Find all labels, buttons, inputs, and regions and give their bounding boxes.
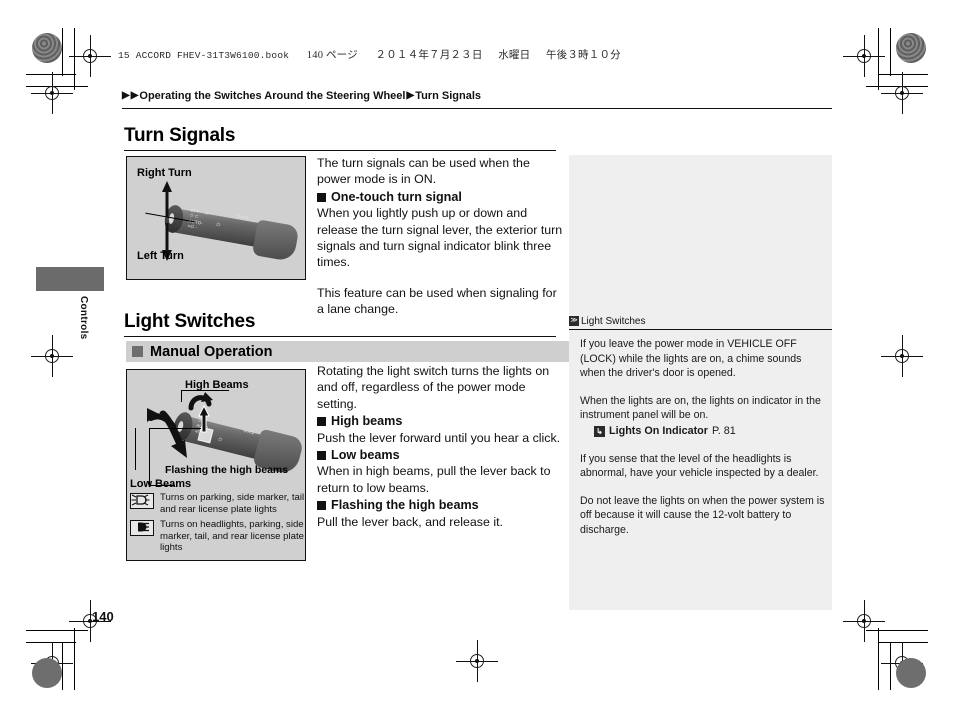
registration-mark bbox=[843, 35, 885, 77]
notes-panel-title: Light Switches bbox=[581, 315, 646, 327]
subsection-heading: High beams bbox=[317, 413, 567, 429]
subsection-heading: One-touch turn signal bbox=[317, 189, 567, 205]
figure-label-flashing: Flashing the high beams bbox=[165, 464, 289, 476]
parking-lights-icon bbox=[130, 493, 154, 509]
breadcrumb-parent[interactable]: Operating the Switches Around the Steeri… bbox=[139, 90, 405, 102]
subsection-heading-label: One-touch turn signal bbox=[331, 189, 462, 204]
notes-divider bbox=[569, 329, 832, 331]
right-turn-arrow-icon bbox=[162, 181, 172, 217]
bullet-square-icon bbox=[317, 416, 326, 426]
page-number: 140 bbox=[92, 609, 114, 624]
note-paragraph: When the lights are on, the lights on in… bbox=[580, 394, 821, 422]
subsection-heading-label: Flashing the high beams bbox=[331, 498, 479, 513]
light-switch-legend: Turns on parking, side marker, tail, and… bbox=[130, 492, 308, 558]
note-paragraph: If you sense that the level of the headl… bbox=[580, 452, 819, 480]
title-rule bbox=[124, 150, 556, 152]
turn-signal-figure: OFF- ▭ ⊃ ⊂ AUTO- ≡O - ☼ ⇦⇨ Right Turn Le… bbox=[126, 156, 306, 280]
job-page-marker: 140 ページ bbox=[306, 50, 358, 61]
registration-mark bbox=[843, 600, 885, 642]
subsection-heading: Flashing the high beams bbox=[317, 497, 567, 513]
bullet-square-icon bbox=[132, 346, 143, 357]
chapter-tab-label: Controls bbox=[78, 296, 89, 340]
body-paragraph: The turn signals can be used when the po… bbox=[317, 156, 530, 187]
legend-row: Turns on parking, side marker, tail, and… bbox=[130, 492, 308, 515]
leader-line bbox=[149, 428, 201, 430]
light-switches-body: Rotating the light switch turns the ligh… bbox=[317, 363, 567, 530]
density-dot bbox=[896, 658, 926, 688]
figure-label-high-beams: High Beams bbox=[185, 379, 249, 391]
registration-mark bbox=[881, 72, 923, 114]
figure-label-low-beams: Low Beams bbox=[130, 478, 192, 490]
job-book-name: 15 ACCORD FHEV-31T3W6100.book bbox=[118, 50, 290, 61]
header-rule bbox=[122, 108, 832, 110]
reference-arrow-icon: ↳ bbox=[594, 425, 605, 437]
job-date: ２０１４年７月２３日 bbox=[375, 50, 483, 61]
bullet-square-icon bbox=[317, 450, 326, 460]
headlights-icon bbox=[130, 520, 154, 537]
registration-mark bbox=[31, 335, 73, 377]
legend-row: Turns on headlights, parking, side marke… bbox=[130, 519, 308, 554]
note-paragraph: If you leave the power mode in VEHICLE O… bbox=[580, 338, 802, 380]
lever-grip bbox=[251, 219, 300, 263]
breadcrumb-current: Turn Signals bbox=[415, 90, 481, 102]
note-paragraph: Do not leave the lights on when the powe… bbox=[580, 494, 825, 536]
registration-mark bbox=[881, 335, 923, 377]
reference-page: P. 81 bbox=[711, 424, 736, 437]
manual-page: 15 ACCORD FHEV-31T3W6100.book 140 ページ ２０… bbox=[0, 0, 954, 718]
notes-panel-header: ≫ Light Switches bbox=[569, 313, 832, 329]
notes-panel-body: If you leave the power mode in VEHICLE O… bbox=[580, 331, 828, 538]
figure-label-right-turn: Right Turn bbox=[137, 167, 192, 179]
registration-mark bbox=[69, 35, 111, 77]
print-job-header: 15 ACCORD FHEV-31T3W6100.book 140 ページ ２０… bbox=[118, 47, 621, 62]
leader-line bbox=[135, 428, 137, 470]
subsection-heading-label: High beams bbox=[331, 414, 403, 429]
page-title: Turn Signals bbox=[124, 125, 236, 146]
breadcrumb: ▶ ▶ Operating the Switches Around the St… bbox=[122, 90, 832, 102]
section-title-light-switches: Light Switches bbox=[124, 311, 256, 332]
bullet-square-icon bbox=[317, 192, 326, 202]
cross-reference[interactable]: ↳ Lights On Indicator P. 81 bbox=[594, 424, 828, 439]
fog-lamp-symbol-icon: ☼ bbox=[214, 220, 222, 229]
job-weekday: 水曜日 bbox=[498, 50, 531, 61]
reference-label: Lights On Indicator bbox=[609, 424, 708, 437]
subsection-bar-label: Manual Operation bbox=[150, 343, 273, 360]
registration-mark bbox=[456, 640, 498, 682]
breadcrumb-arrow-icon: ▶ bbox=[130, 90, 139, 101]
job-time: 午後３時１０分 bbox=[545, 50, 621, 61]
figure-label-left-turn: Left Turn bbox=[137, 250, 184, 262]
breadcrumb-arrow-icon: ▶ bbox=[122, 90, 130, 101]
body-paragraph: Push the lever forward until you hear a … bbox=[317, 430, 561, 445]
density-dot bbox=[896, 33, 926, 63]
leader-line bbox=[181, 390, 183, 402]
section-rule bbox=[124, 336, 556, 338]
body-paragraph: This feature can be used when signaling … bbox=[317, 285, 557, 317]
density-dot bbox=[32, 658, 62, 688]
density-dot bbox=[32, 33, 62, 63]
body-paragraph: Rotating the light switch turns the ligh… bbox=[317, 364, 550, 411]
legend-text: Turns on headlights, parking, side marke… bbox=[160, 519, 304, 554]
registration-mark bbox=[31, 72, 73, 114]
breadcrumb-arrow-icon: ▶ bbox=[406, 90, 415, 101]
body-paragraph: When in high beams, pull the lever back … bbox=[317, 464, 551, 495]
legend-text: Turns on parking, side marker, tail, and… bbox=[160, 492, 307, 515]
subsection-heading-label: Low beams bbox=[331, 448, 400, 463]
body-paragraph: Pull the lever back, and release it. bbox=[317, 514, 503, 529]
turn-signals-body: The turn signals can be used when the po… bbox=[317, 155, 567, 318]
bullet-square-icon bbox=[317, 500, 326, 510]
body-paragraph: When you lightly push up or down and rel… bbox=[317, 206, 563, 270]
chapter-tab-block bbox=[36, 267, 104, 291]
subsection-heading: Low beams bbox=[317, 447, 567, 463]
notes-chevron-icon: ≫ bbox=[569, 316, 579, 326]
